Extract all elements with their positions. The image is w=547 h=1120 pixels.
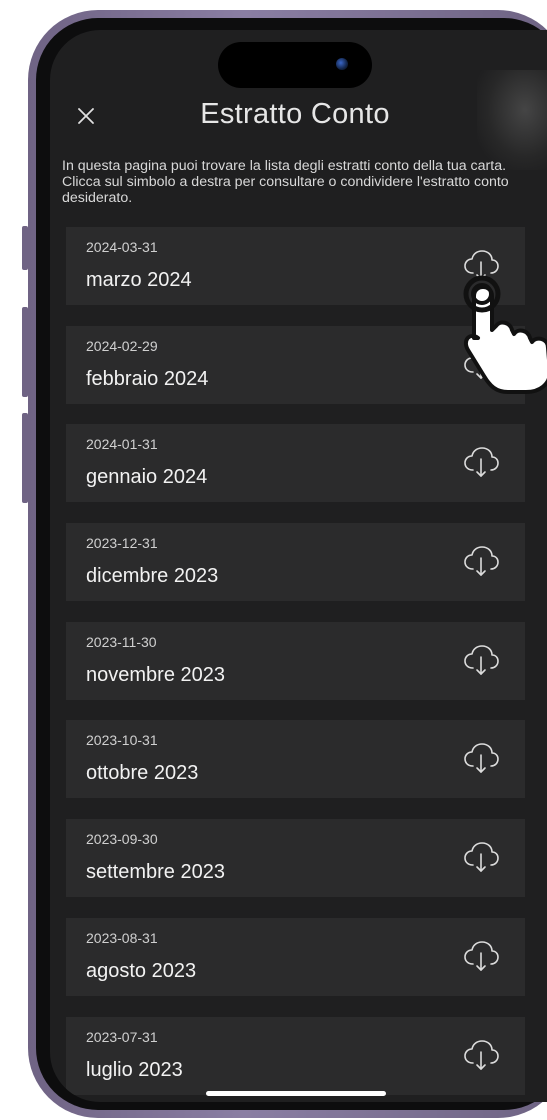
statement-date: 2024-02-29 bbox=[86, 337, 158, 354]
statement-month-label: gennaio 2024 bbox=[86, 466, 208, 489]
statement-row[interactable]: 2024-01-31 gennaio 2024 bbox=[66, 424, 525, 503]
statement-date: 2023-11-30 bbox=[86, 633, 157, 650]
intro-text: In questa pagina puoi trovare la lista d… bbox=[62, 158, 509, 206]
statement-row[interactable]: 2023-10-31 ottobre 2023 bbox=[66, 720, 525, 799]
statement-month-label: luglio 2023 bbox=[86, 1058, 183, 1081]
statement-date: 2024-03-31 bbox=[86, 239, 158, 255]
statement-row[interactable]: 2023-11-30 novembre 2023 bbox=[66, 621, 525, 700]
statement-date: 2023-12-31 bbox=[86, 535, 158, 552]
camera-icon bbox=[336, 58, 348, 70]
cloud-download-icon[interactable] bbox=[463, 644, 499, 676]
statement-month-label: agosto 2023 bbox=[86, 959, 197, 982]
statement-row[interactable]: 2023-12-31 dicembre 2023 bbox=[66, 523, 525, 602]
tap-hand-icon bbox=[463, 275, 547, 394]
statement-row[interactable]: 2023-09-30 settembre 2023 bbox=[66, 819, 525, 898]
app-screen: Estratto Conto In questa pagina puoi tro… bbox=[50, 30, 547, 1102]
statement-month-label: ottobre 2023 bbox=[86, 762, 199, 785]
statement-date: 2024-01-31 bbox=[86, 436, 158, 453]
statement-date: 2023-09-30 bbox=[86, 831, 158, 848]
statement-month-label: settembre 2023 bbox=[86, 861, 225, 884]
dynamic-island bbox=[218, 42, 372, 88]
phone-volume-up-button bbox=[22, 307, 28, 397]
statement-row[interactable]: 2023-08-31 agosto 2023 bbox=[66, 917, 525, 996]
statement-date: 2023-07-31 bbox=[86, 1028, 158, 1045]
home-indicator[interactable] bbox=[206, 1091, 386, 1096]
statement-row[interactable]: 2023-07-31 luglio 2023 bbox=[66, 1016, 525, 1095]
statement-date: 2023-08-31 bbox=[86, 929, 158, 946]
cloud-download-icon[interactable] bbox=[463, 841, 499, 873]
statement-date: 2023-10-31 bbox=[86, 732, 158, 749]
cloud-download-icon[interactable] bbox=[463, 1039, 499, 1071]
phone-volume-down-button bbox=[22, 413, 28, 503]
statement-month-label: novembre 2023 bbox=[86, 663, 225, 686]
phone-side-button bbox=[22, 226, 28, 270]
cloud-download-icon[interactable] bbox=[463, 446, 499, 478]
page-title: Estratto Conto bbox=[200, 98, 390, 130]
statement-month-label: marzo 2024 bbox=[86, 269, 192, 291]
cloud-download-icon[interactable] bbox=[463, 545, 499, 577]
cloud-download-icon[interactable] bbox=[463, 940, 499, 972]
cloud-download-icon[interactable] bbox=[463, 742, 499, 774]
statement-month-label: febbraio 2024 bbox=[86, 367, 209, 390]
statement-month-label: dicembre 2023 bbox=[86, 565, 219, 588]
